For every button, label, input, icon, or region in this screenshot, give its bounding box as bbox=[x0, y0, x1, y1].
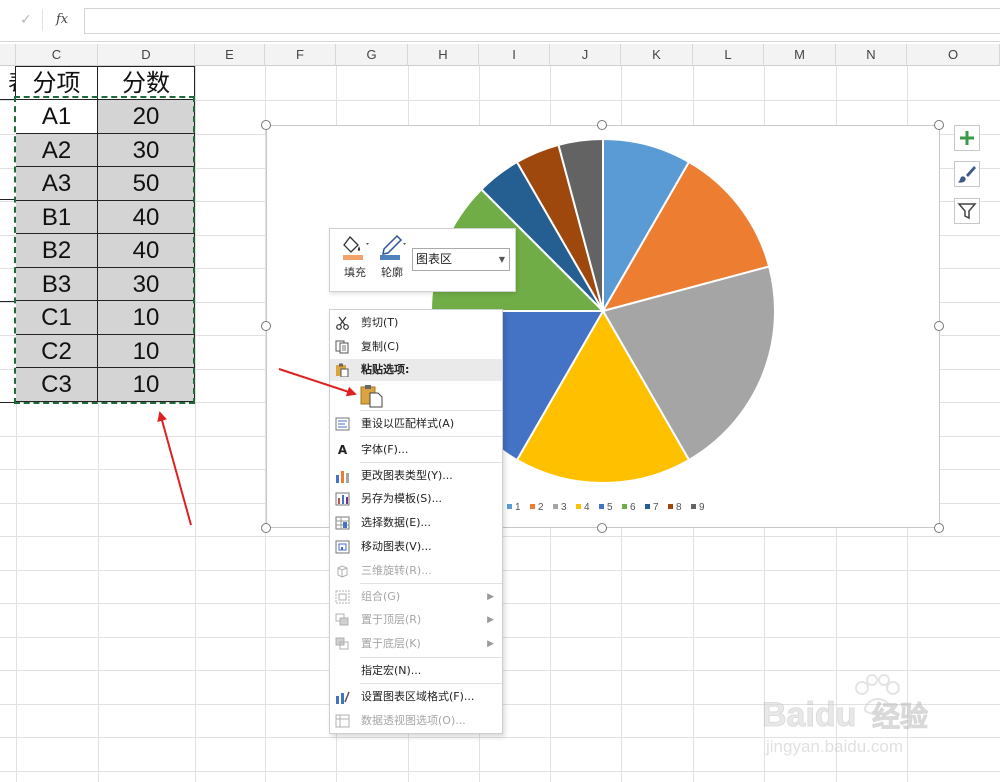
annotation-arrow-paste bbox=[278, 368, 357, 397]
svg-text:Baidu: Baidu bbox=[762, 696, 856, 734]
svg-text:jingyan.baidu.com: jingyan.baidu.com bbox=[765, 737, 903, 756]
svg-text:经验: 经验 bbox=[872, 700, 928, 733]
baidu-watermark: Baidu 经验 jingyan.baidu.com bbox=[760, 670, 950, 764]
annotation-arrow-table bbox=[157, 411, 192, 526]
baidu-logo: Baidu 经验 jingyan.baidu.com bbox=[762, 674, 928, 756]
annotation-arrows bbox=[157, 368, 357, 526]
